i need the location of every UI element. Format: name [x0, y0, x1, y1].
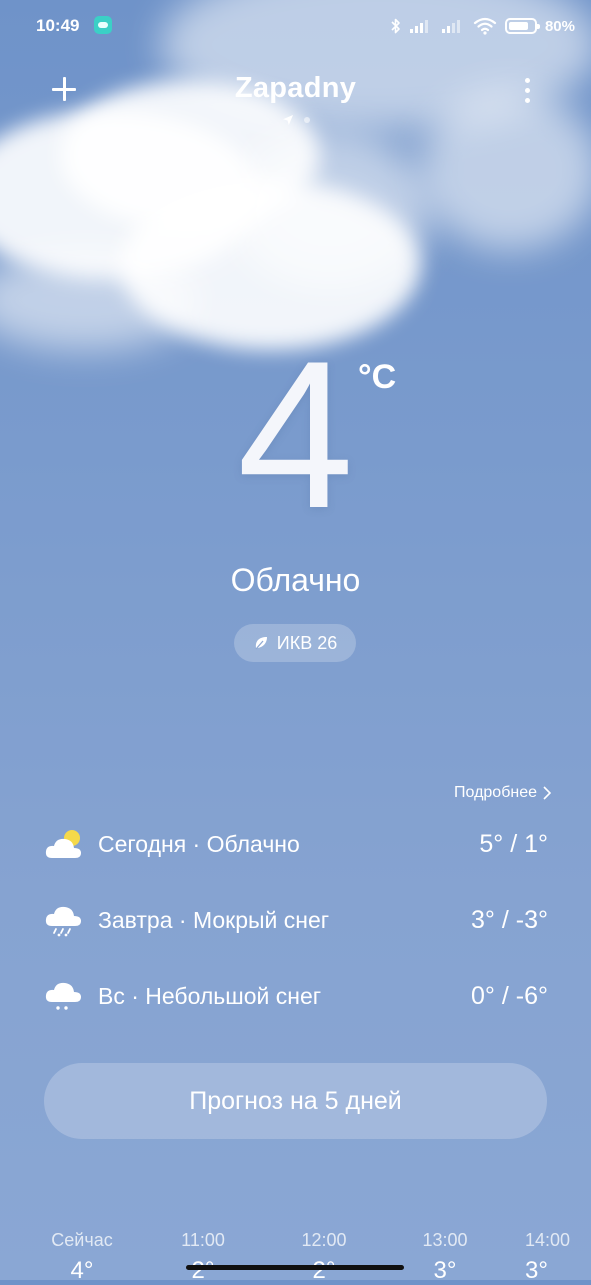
hour-time: 12:00 — [301, 1230, 347, 1250]
status-bar: 10:49 80% — [0, 0, 591, 52]
bluetooth-icon — [391, 17, 401, 35]
hour-time: 11:00 — [181, 1230, 225, 1250]
forecast-row-sunday[interactable]: Вс · Небольшой снег 0° / -6° — [44, 976, 548, 1016]
aqi-badge[interactable]: ИКВ 26 — [234, 624, 356, 662]
hourly-item[interactable]: 12:00 2° — [279, 1230, 369, 1285]
hourly-item[interactable]: 14:00 3° — [525, 1230, 591, 1285]
forecast-label: Вс · Небольшой снег — [98, 982, 322, 1009]
light-snow-icon — [44, 978, 84, 1014]
hour-time: Сейчас — [51, 1230, 113, 1250]
five-day-forecast-button[interactable]: Прогноз на 5 дней — [44, 1063, 547, 1139]
hour-time: 13:00 — [422, 1230, 468, 1250]
leaf-icon — [255, 637, 267, 650]
page-dot — [303, 117, 310, 123]
signal-icon-2 — [441, 18, 465, 34]
page-indicator — [0, 114, 591, 126]
details-link[interactable]: Подробнее — [454, 784, 551, 802]
wifi-icon — [473, 17, 497, 35]
location-arrow-icon — [282, 115, 293, 125]
signal-icon — [409, 18, 433, 34]
city-title: Zapadny — [234, 72, 357, 104]
hour-temp: 4° — [70, 1257, 94, 1284]
forecast-label: Сегодня · Облачно — [98, 830, 300, 857]
temperature-unit: °C — [358, 358, 397, 396]
battery-percentage: 80% — [544, 17, 575, 35]
hourly-item[interactable]: Сейчас 4° — [37, 1230, 127, 1285]
sleet-icon — [44, 902, 84, 938]
forecast-row-tomorrow[interactable]: Завтра · Мокрый снег 3° / -3° — [44, 900, 548, 940]
chevron-right-icon — [543, 786, 551, 800]
battery-icon — [504, 18, 540, 34]
forecast-temps: 5° / 1° — [479, 829, 548, 858]
status-time: 10:49 — [36, 16, 80, 35]
home-indicator[interactable] — [186, 1265, 404, 1270]
partly-cloudy-icon — [44, 826, 84, 862]
forecast-row-today[interactable]: Сегодня · Облачно 5° / 1° — [44, 824, 548, 864]
hour-temp: 2° — [312, 1257, 336, 1284]
hour-temp: 3° — [433, 1257, 457, 1284]
forecast-temps: 3° / -3° — [471, 905, 548, 934]
hourly-item[interactable]: 13:00 3° — [400, 1230, 490, 1285]
current-temperature: 4 — [237, 317, 354, 552]
more-menu-button[interactable] — [516, 74, 538, 106]
hour-time: 14:00 — [525, 1230, 571, 1250]
hour-temp: 2° — [191, 1257, 215, 1284]
forecast-temps: 0° / -6° — [471, 981, 548, 1010]
aqi-label: ИКВ 26 — [276, 632, 338, 653]
forecast-label: Завтра · Мокрый снег — [98, 906, 330, 933]
notification-app-icon — [94, 16, 112, 34]
hour-temp: 3° — [525, 1257, 548, 1284]
current-condition: Облачно — [230, 562, 361, 598]
details-link-label: Подробнее — [454, 784, 537, 801]
status-icons: 80% — [391, 14, 575, 38]
hourly-item[interactable]: 11:00 2° — [158, 1230, 248, 1285]
